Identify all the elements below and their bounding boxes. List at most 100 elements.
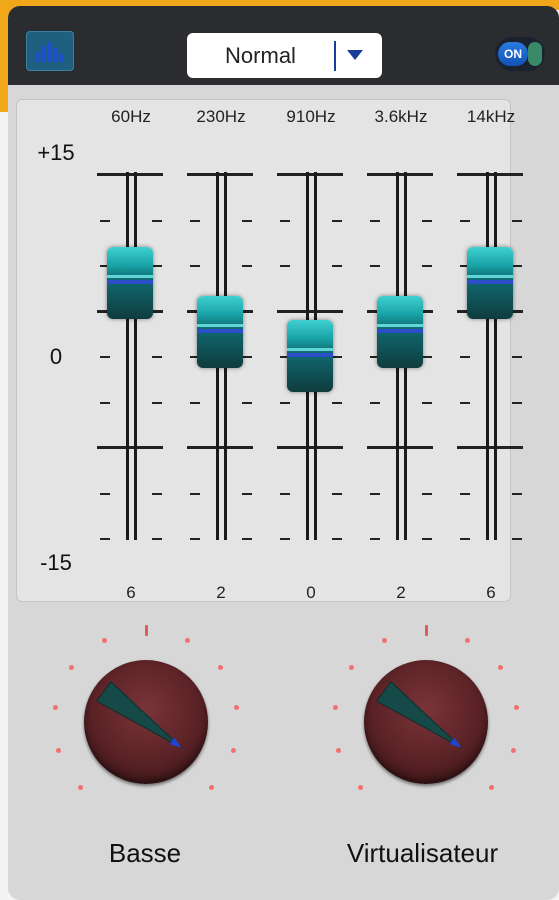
knob-scale-dot <box>488 784 494 790</box>
major-tick <box>457 446 523 449</box>
bass-label: Basse <box>108 838 182 868</box>
minor-tick <box>242 401 252 404</box>
minor-tick <box>190 265 200 267</box>
knob-scale-dot <box>185 637 191 643</box>
minor-tick <box>422 538 432 540</box>
major-tick <box>187 173 253 176</box>
minor-tick <box>422 492 432 495</box>
preset-dropdown[interactable]: Normal <box>187 33 382 78</box>
knob-scale-dot <box>332 705 338 711</box>
equalizer-icon[interactable] <box>26 31 74 71</box>
major-tick <box>97 173 163 176</box>
toggle-track-end <box>528 42 542 66</box>
minor-tick <box>332 401 342 404</box>
knob-scale-dot <box>336 747 341 753</box>
minor-tick <box>512 401 522 404</box>
minor-tick <box>242 219 252 222</box>
major-tick <box>277 309 343 313</box>
band-freq-label: 3.6kHz <box>374 107 428 126</box>
band-value-label: 2 <box>216 583 226 602</box>
minor-tick <box>242 538 252 540</box>
minor-tick <box>100 356 110 358</box>
slider-rail <box>126 172 129 540</box>
minor-tick <box>332 356 342 358</box>
knob-scale-dot <box>230 747 236 753</box>
knob-scale-dot <box>465 637 471 643</box>
minor-tick <box>190 538 200 540</box>
knob-scale-dot <box>381 637 387 643</box>
minor-tick <box>152 538 162 540</box>
band-freq-label: 14kHz <box>466 107 516 126</box>
minor-tick <box>280 265 290 267</box>
major-tick <box>97 446 163 449</box>
band-value-label: 2 <box>396 583 406 602</box>
minor-tick <box>370 401 380 404</box>
power-toggle[interactable]: ON <box>495 37 545 71</box>
knob-scale-dot <box>510 747 516 753</box>
scale-min-label: -15 <box>40 550 72 575</box>
virtualizer-knob[interactable] <box>364 660 488 784</box>
minor-tick <box>280 492 290 495</box>
minor-tick <box>152 265 162 267</box>
band-slider-thumb[interactable] <box>197 295 243 368</box>
major-tick <box>277 446 343 449</box>
minor-tick <box>332 265 342 267</box>
minor-tick <box>190 401 200 404</box>
virtualizer-label: Virtualisateur <box>346 838 499 868</box>
minor-tick <box>370 219 380 222</box>
band-slider-thumb[interactable] <box>377 295 423 368</box>
minor-tick <box>100 219 110 222</box>
minor-tick <box>190 219 200 222</box>
band-value-label: 6 <box>486 583 496 602</box>
minor-tick <box>100 401 110 404</box>
preset-selected-label: Normal <box>225 43 296 68</box>
minor-tick <box>370 492 380 495</box>
chevron-down-icon[interactable] <box>347 50 363 60</box>
band-slider-thumb[interactable] <box>107 247 153 320</box>
minor-tick <box>422 401 432 404</box>
minor-tick <box>370 265 380 267</box>
preset-divider <box>334 41 336 71</box>
minor-tick <box>242 265 252 267</box>
scale-max-label: +15 <box>37 140 75 165</box>
band-freq-label: 910Hz <box>286 107 336 126</box>
scale-mid-label: 0 <box>49 344 63 369</box>
minor-tick <box>152 401 162 404</box>
minor-tick <box>332 538 342 540</box>
slider-rail <box>494 172 497 540</box>
minor-tick <box>512 538 522 540</box>
bass-knob[interactable] <box>84 660 208 784</box>
top-toolbar: Normal ON <box>8 6 559 85</box>
equalizer-panel <box>16 99 511 602</box>
minor-tick <box>280 401 290 404</box>
minor-tick <box>100 492 110 495</box>
minor-tick <box>512 356 522 358</box>
minor-tick <box>152 356 162 358</box>
minor-tick <box>280 538 290 540</box>
knob-scale-dot <box>52 705 58 711</box>
minor-tick <box>280 219 290 222</box>
minor-tick <box>152 219 162 222</box>
band-slider-thumb[interactable] <box>467 247 513 320</box>
minor-tick <box>460 401 470 404</box>
band-value-label: 0 <box>306 583 316 602</box>
slider-rail <box>134 172 137 540</box>
knob-scale-dot <box>208 784 214 790</box>
band-freq-label: 60Hz <box>111 107 151 126</box>
minor-tick <box>512 265 522 267</box>
knob-scale-dot <box>144 625 148 636</box>
minor-tick <box>332 219 342 222</box>
minor-tick <box>460 538 470 540</box>
minor-tick <box>422 219 432 222</box>
minor-tick <box>242 356 252 358</box>
minor-tick <box>422 356 432 358</box>
minor-tick <box>512 219 522 222</box>
knob-scale-dot <box>56 747 61 753</box>
slider-rail <box>486 172 489 540</box>
minor-tick <box>512 492 522 495</box>
band-slider-thumb[interactable] <box>287 320 333 392</box>
minor-tick <box>190 492 200 495</box>
minor-tick <box>152 492 162 495</box>
major-tick <box>277 173 343 176</box>
major-tick <box>367 446 433 449</box>
